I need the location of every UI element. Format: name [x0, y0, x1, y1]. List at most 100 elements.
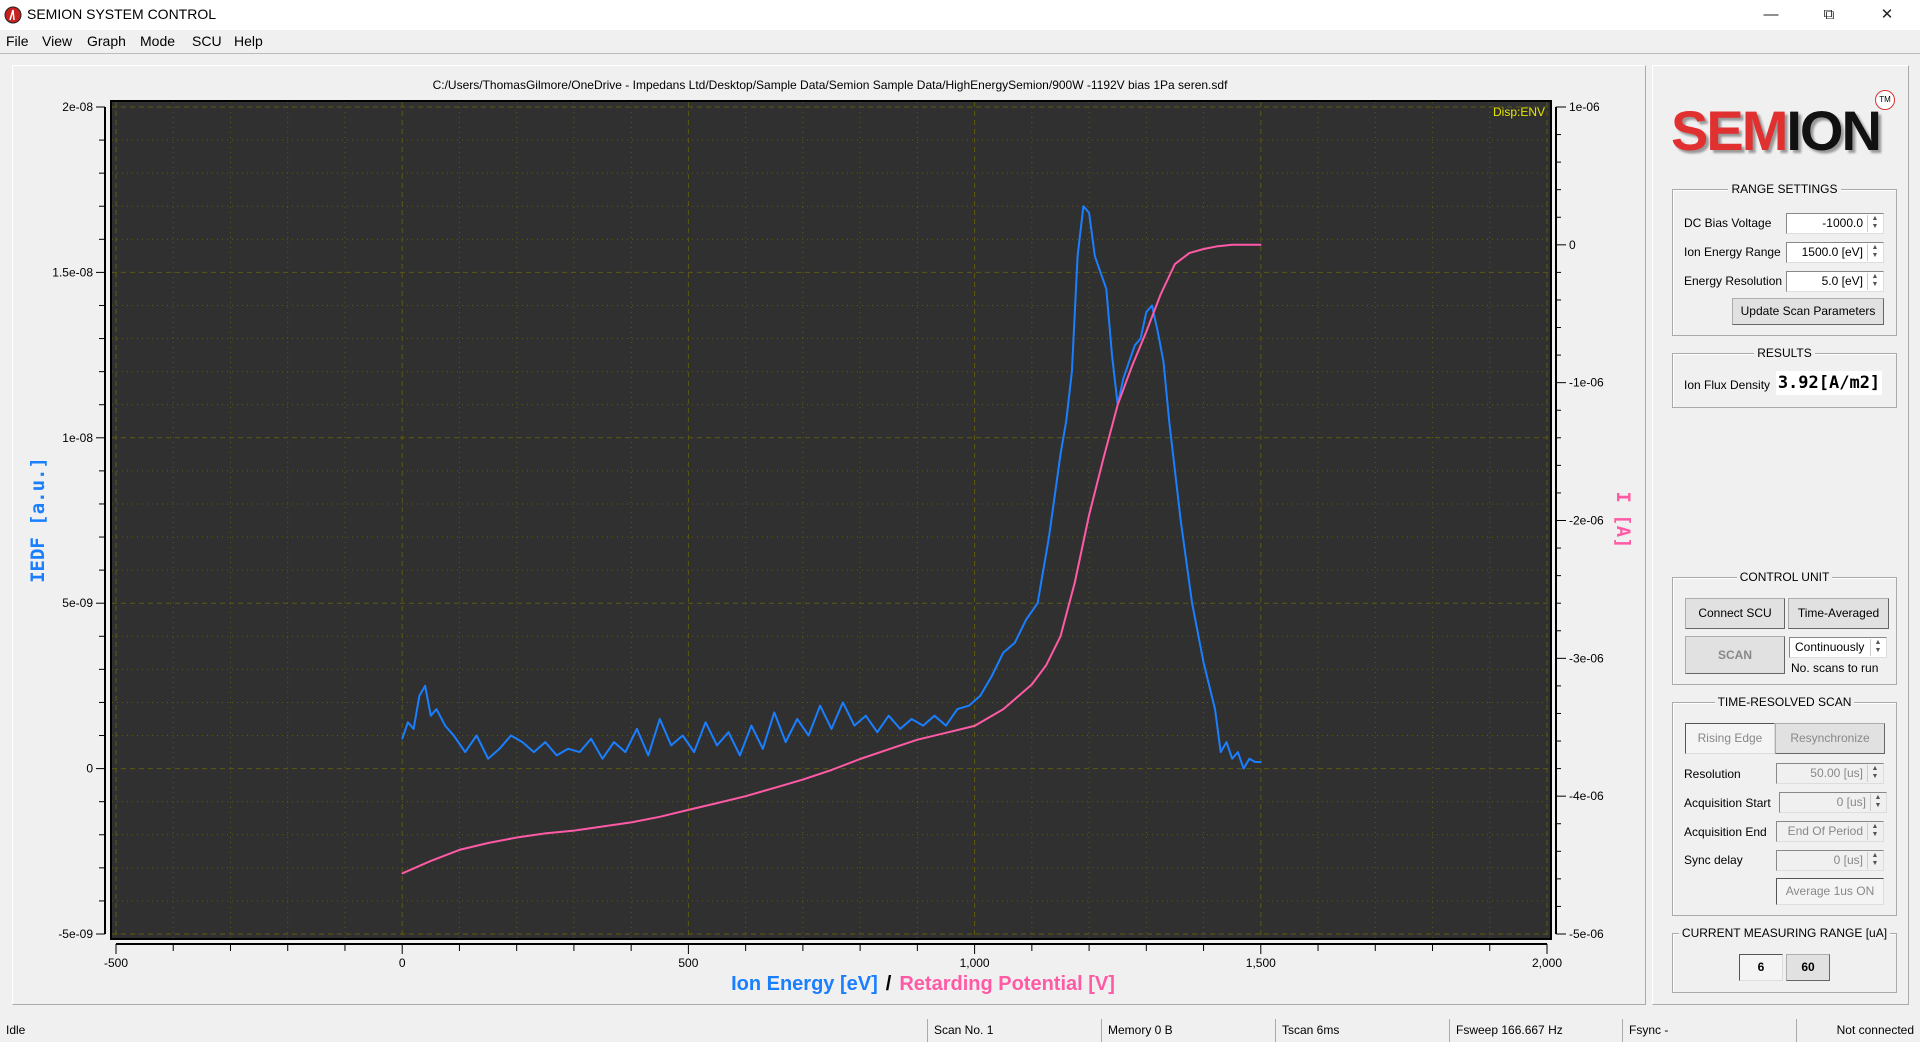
current-range-group: CURRENT MEASURING RANGE [uA] 6 60: [1672, 926, 1897, 993]
iedf-point: [1156, 331, 1159, 333]
file-path: C:/Users/ThomasGilmore/OneDrive - Impeda…: [433, 78, 1228, 92]
spinner-icon[interactable]: ▲ ▼: [1867, 852, 1882, 869]
y-right-tick-label: -1e-06: [1569, 376, 1604, 390]
current-point: [487, 842, 489, 844]
status-state: Idle: [6, 1023, 26, 1037]
scans-count-label: No. scans to run: [1791, 661, 1879, 675]
current-point: [515, 836, 518, 839]
iedf-point: [412, 728, 415, 730]
iedf-point: [401, 738, 404, 740]
iedf-point: [578, 751, 581, 753]
current-point: [1217, 245, 1219, 248]
average-1us-toggle[interactable]: Average 1us ON: [1776, 878, 1884, 905]
y-left-tick-label: 1e-08: [62, 431, 93, 445]
range-6ua-button[interactable]: 6: [1739, 954, 1783, 981]
spinner-icon[interactable]: ▲ ▼: [1870, 639, 1885, 656]
iedf-point: [475, 734, 478, 737]
iedf-point: [1065, 420, 1067, 423]
iedf-point: [1134, 344, 1136, 346]
control-unit-title: CONTROL UNIT: [1736, 570, 1833, 584]
iedf-point: [716, 744, 718, 747]
iedf-point: [1111, 354, 1113, 356]
connect-scu-button[interactable]: Connect SCU: [1685, 598, 1785, 629]
spinner-icon[interactable]: ▲ ▼: [1867, 273, 1882, 290]
current-point: [1260, 244, 1262, 246]
current-point: [830, 769, 833, 771]
spinner-icon[interactable]: ▲ ▼: [1867, 765, 1882, 782]
current-point: [1159, 293, 1162, 296]
iedf-point: [830, 728, 833, 730]
sync-delay-input[interactable]: 0 [us] ▲ ▼: [1776, 850, 1884, 871]
iedf-point: [1214, 708, 1216, 710]
status-memory: Memory 0 B: [1101, 1019, 1275, 1042]
iedf-point: [1048, 536, 1050, 538]
scans-count-input[interactable]: Continuously ▲ ▼: [1789, 637, 1887, 658]
current-point: [1031, 683, 1033, 686]
spinner-icon[interactable]: ▲ ▼: [1870, 794, 1885, 811]
iedf-point: [842, 701, 844, 704]
spinner-icon[interactable]: ▲ ▼: [1867, 823, 1882, 840]
acquisition-start-label: Acquisition Start: [1684, 796, 1771, 810]
scan-button[interactable]: SCAN: [1685, 636, 1785, 674]
iedf-point: [956, 708, 959, 710]
iedf-point: [1231, 757, 1233, 760]
x-tick-label: 1,500: [1246, 956, 1276, 970]
update-scan-parameters-button[interactable]: Update Scan Parameters: [1732, 298, 1884, 325]
iedf-point: [435, 708, 438, 710]
current-point: [544, 832, 547, 835]
current-point: [573, 829, 575, 832]
current-point: [1002, 708, 1005, 711]
ion-flux-label: Ion Flux Density: [1684, 378, 1771, 392]
current-point: [887, 748, 890, 751]
iedf-point: [1094, 255, 1096, 257]
iedf-point: [444, 724, 446, 727]
dc-bias-label: DC Bias Voltage: [1684, 216, 1772, 230]
dc-bias-input[interactable]: -1000.0 ▲ ▼: [1786, 213, 1884, 234]
time-averaged-button[interactable]: Time-Averaged: [1788, 598, 1889, 629]
iedf-point: [1139, 337, 1142, 340]
iedf-point: [555, 754, 558, 757]
ion-energy-range-input[interactable]: 1500.0 [eV] ▲ ▼: [1786, 242, 1884, 263]
range-settings-title: RANGE SETTINGS: [1728, 182, 1841, 196]
current-point: [1174, 263, 1176, 265]
iedf-point: [750, 724, 753, 727]
current-point: [1131, 365, 1133, 367]
iedf-point: [613, 741, 615, 743]
current-point: [401, 872, 404, 875]
iedf-point: [1036, 602, 1039, 604]
acquisition-end-input[interactable]: End Of Period ▲ ▼: [1776, 821, 1884, 842]
iedf-point: [739, 754, 741, 757]
x-tick-label: -500: [104, 956, 128, 970]
iedf-point: [498, 747, 501, 750]
x-label-retarding-potential: Retarding Potential [V]: [899, 973, 1115, 995]
iedf-point: [1179, 519, 1182, 522]
iedf-point: [1191, 602, 1193, 604]
spinner-icon[interactable]: ▲ ▼: [1867, 244, 1882, 261]
resynchronize-button[interactable]: Resynchronize: [1775, 723, 1885, 754]
time-resolved-group: TIME-RESOLVED SCAN Rising Edge Resynchro…: [1672, 695, 1897, 916]
results-title: RESULTS: [1754, 346, 1815, 360]
iedf-point: [1099, 271, 1102, 274]
iedf-point: [933, 714, 936, 717]
time-resolved-title: TIME-RESOLVED SCAN: [1714, 695, 1855, 709]
resolution-input[interactable]: 50.00 [us] ▲ ▼: [1776, 763, 1884, 784]
iedf-point: [1151, 304, 1153, 307]
iedf-chart[interactable]: C:/Users/ThomasGilmore/OneDrive - Impeda…: [0, 0, 1920, 1042]
iedf-point: [1088, 212, 1090, 214]
y-left-label: IEDF [a.u.]: [27, 457, 49, 583]
rising-edge-button[interactable]: Rising Edge: [1685, 723, 1775, 754]
energy-resolution-input[interactable]: 5.0 [eV] ▲ ▼: [1786, 271, 1884, 292]
energy-resolution-label: Energy Resolution: [1684, 274, 1783, 288]
current-point: [1145, 330, 1148, 333]
iedf-point: [487, 757, 489, 760]
y-right-tick-label: -3e-06: [1569, 651, 1604, 665]
current-point: [1088, 514, 1090, 516]
iedf-point: [1122, 377, 1125, 380]
acquisition-start-input[interactable]: 0 [us] ▲ ▼: [1779, 792, 1887, 813]
spinner-icon[interactable]: ▲ ▼: [1867, 215, 1882, 232]
current-point: [802, 778, 804, 781]
current-point: [916, 738, 919, 741]
current-point: [630, 821, 632, 824]
range-60ua-button[interactable]: 60: [1786, 954, 1830, 981]
iedf-point: [693, 751, 695, 753]
